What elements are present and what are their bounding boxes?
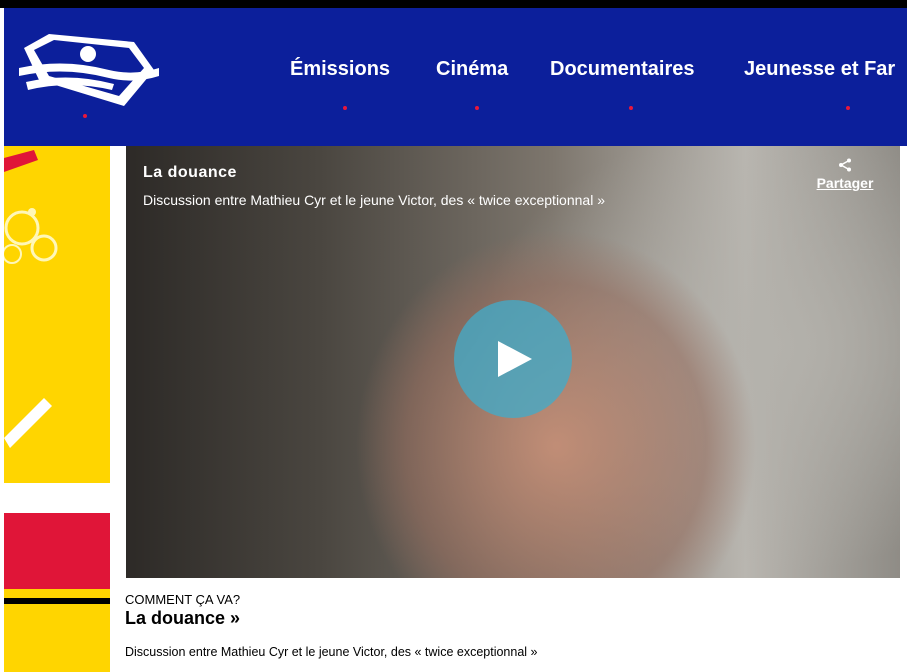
nav-dot-jeunesse — [846, 106, 850, 110]
nav-dot-documentaires — [629, 106, 633, 110]
video-subtitle: Discussion entre Mathieu Cyr et le jeune… — [143, 192, 605, 208]
sidebar-illustration — [4, 150, 58, 448]
sidebar-white-band — [4, 483, 110, 513]
nav-item-cinema[interactable]: Cinéma — [436, 58, 508, 81]
article-title[interactable]: La douance » — [125, 608, 240, 629]
site-logo[interactable] — [14, 28, 164, 108]
video-player[interactable]: La douance Discussion entre Mathieu Cyr … — [126, 146, 900, 578]
nav-item-emissions[interactable]: Émissions — [290, 58, 390, 81]
nav-dot-emissions — [343, 106, 347, 110]
share-label[interactable]: Partager — [807, 175, 883, 191]
play-icon — [498, 341, 532, 377]
sidebar-black-line — [4, 598, 110, 604]
sidebar-red-block — [4, 513, 110, 589]
nav-item-jeunesse[interactable]: Jeunesse et Far — [744, 58, 895, 81]
site-header: Émissions Cinéma Documentaires Jeunesse … — [4, 8, 907, 146]
share-button[interactable]: Partager — [807, 158, 883, 191]
decorative-sidebar — [4, 146, 110, 672]
article-eyebrow: COMMENT ÇA VA? — [125, 592, 241, 607]
logo-indicator-dot — [83, 114, 87, 118]
nav-dot-cinema — [475, 106, 479, 110]
top-black-bar — [0, 0, 907, 8]
article-description: Discussion entre Mathieu Cyr et le jeune… — [125, 645, 538, 659]
video-title: La douance — [143, 164, 237, 181]
nav-item-documentaires[interactable]: Documentaires — [550, 58, 695, 81]
logo-icon — [19, 34, 159, 106]
play-button[interactable] — [454, 300, 572, 418]
share-icon — [839, 158, 851, 172]
